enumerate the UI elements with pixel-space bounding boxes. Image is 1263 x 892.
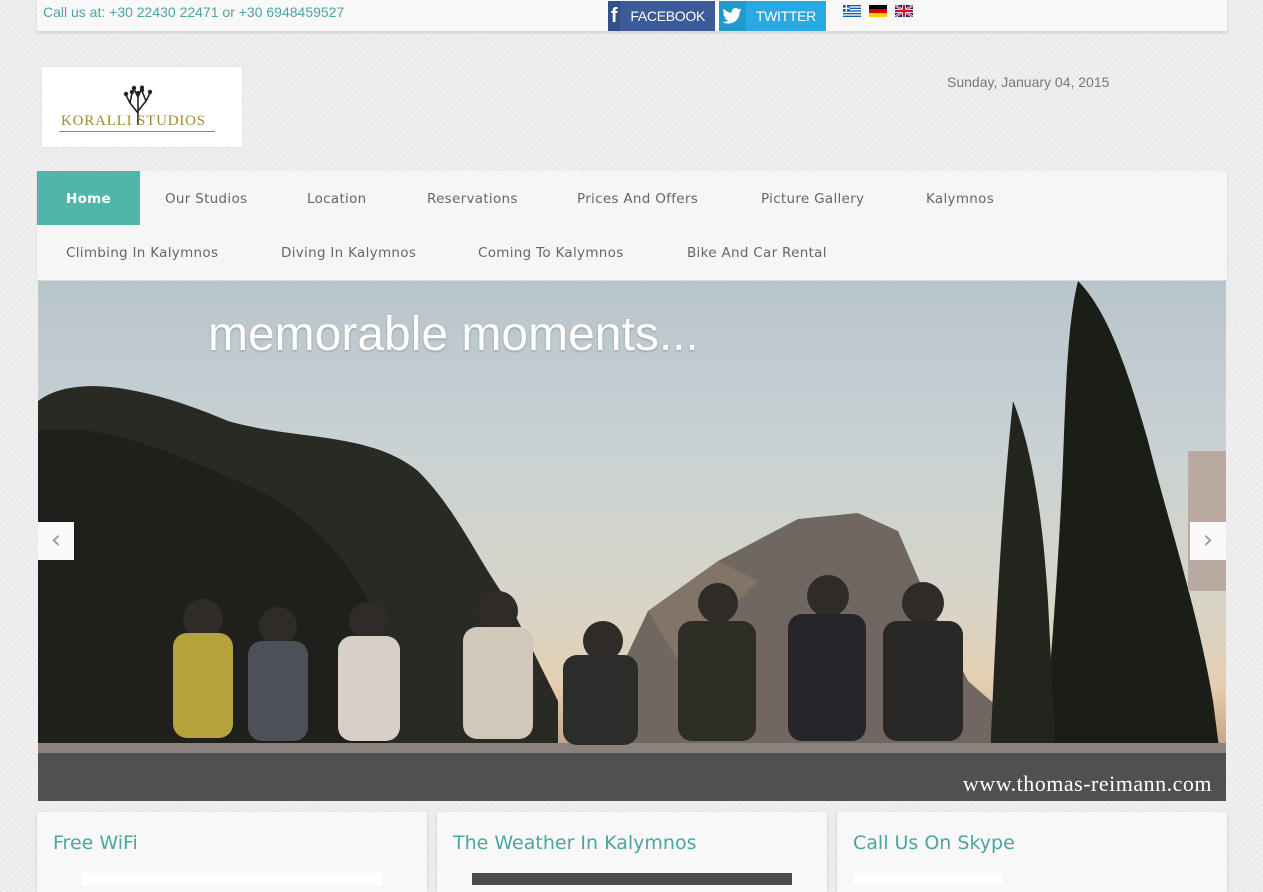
weather-title: The Weather In Kalymnos xyxy=(453,832,697,854)
weather-box: The Weather In Kalymnos xyxy=(437,812,827,892)
nav-bike-and-car-rental[interactable]: Bike And Car Rental xyxy=(658,225,856,279)
nav-our-studios[interactable]: Our Studios xyxy=(136,171,276,225)
slider-prev-button[interactable]: ‹ xyxy=(38,522,74,560)
wifi-image xyxy=(82,873,382,885)
twitter-bird-icon xyxy=(719,1,746,31)
slider-next-button[interactable]: › xyxy=(1190,522,1226,560)
twitter-label: TWITTER xyxy=(755,8,816,24)
logo-text: KORALLI STUDIOS xyxy=(61,113,206,129)
greek-flag-icon[interactable] xyxy=(843,5,861,17)
photo-watermark: www.thomas-reimann.com xyxy=(962,771,1212,796)
nav-coming-to-kalymnos[interactable]: Coming To Kalymnos xyxy=(449,225,653,279)
phone-number: Call us at: +30 22430 22471 or +30 69484… xyxy=(43,4,345,20)
free-wifi-box: Free WiFi xyxy=(37,812,427,892)
logo-underline xyxy=(59,131,215,132)
nav-kalymnos[interactable]: Kalymnos xyxy=(897,171,1023,225)
facebook-button[interactable]: f FACEBOOK xyxy=(608,1,715,31)
nav-home[interactable]: Home xyxy=(37,171,140,225)
nav-prices-and-offers[interactable]: Prices And Offers xyxy=(548,171,727,225)
slide-caption: memorable moments... xyxy=(208,308,699,361)
current-date: Sunday, January 04, 2015 xyxy=(947,74,1110,90)
top-bar: Call us at: +30 22430 22471 or +30 69484… xyxy=(37,0,1227,32)
skype-box: Call Us On Skype xyxy=(837,812,1227,892)
skype-button[interactable] xyxy=(853,873,1003,885)
facebook-icon: f xyxy=(608,1,621,31)
german-flag-icon[interactable] xyxy=(869,5,887,17)
hero-slider: memorable moments... www.thomas-reimann.… xyxy=(38,281,1226,801)
chevron-right-icon: › xyxy=(1202,525,1214,555)
weather-widget[interactable] xyxy=(472,873,792,885)
english-flag-icon[interactable] xyxy=(895,5,913,17)
nav-climbing-in-kalymnos[interactable]: Climbing In Kalymnos xyxy=(37,225,247,279)
twitter-button[interactable]: TWITTER xyxy=(719,1,826,31)
nav-diving-in-kalymnos[interactable]: Diving In Kalymnos xyxy=(252,225,445,279)
main-navigation: Home Our Studios Location Reservations P… xyxy=(37,171,1227,280)
nav-reservations[interactable]: Reservations xyxy=(398,171,547,225)
chevron-left-icon: ‹ xyxy=(50,525,62,555)
nav-location[interactable]: Location xyxy=(278,171,396,225)
free-wifi-title: Free WiFi xyxy=(53,832,138,854)
nav-picture-gallery[interactable]: Picture Gallery xyxy=(732,171,893,225)
site-logo[interactable]: KORALLI STUDIOS xyxy=(42,67,242,147)
facebook-label: FACEBOOK xyxy=(630,8,705,24)
skype-title: Call Us On Skype xyxy=(853,832,1015,854)
